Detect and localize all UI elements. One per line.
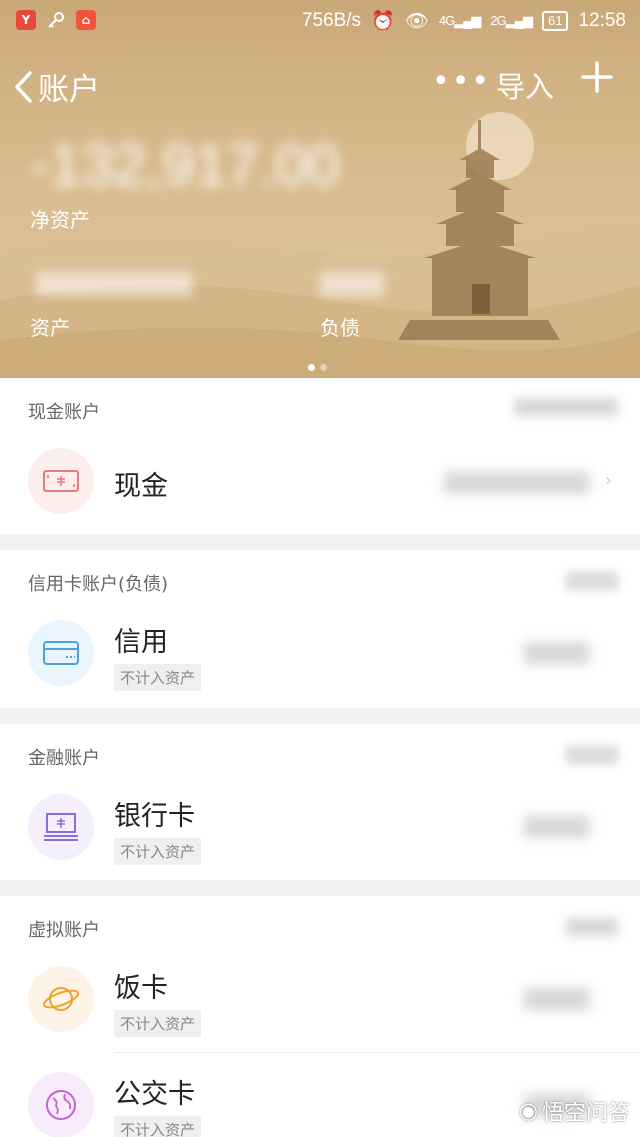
section-credit: 信用卡账户(负债) 信用 不计入资产 (0, 550, 640, 708)
debt-value (320, 272, 384, 296)
signal-2g: 2G▂▄▆ (490, 13, 533, 28)
globe-icon (28, 1072, 94, 1137)
section-virtual: 虚拟账户 饭卡 不计入资产 公交卡 不计入资产 ◉ 悟空问答 (0, 896, 640, 1137)
net-speed: 756B/s (301, 10, 362, 31)
section-total (566, 918, 618, 936)
account-balance (444, 472, 590, 494)
section-cash: 现金账户 现金 › (0, 378, 640, 534)
debt-label: 负债 (320, 316, 360, 340)
section-title: 金融账户 (28, 748, 100, 769)
cash-icon (28, 448, 94, 514)
back-button[interactable]: 账户 (12, 64, 100, 109)
exclude-tag: 不计入资产 (114, 1116, 202, 1137)
account-row-credit[interactable]: 信用 不计入资产 (0, 620, 640, 704)
section-financial: 金融账户 银行卡 不计入资产 (0, 724, 640, 880)
account-name: 现金 (114, 471, 168, 502)
section-title: 信用卡账户(负债) (28, 574, 169, 595)
assets-value (36, 272, 192, 296)
eye-icon: 👁 (404, 11, 429, 32)
account-name: 饭卡 (114, 973, 168, 1004)
account-row-bank-card[interactable]: 银行卡 不计入资产 (0, 794, 640, 878)
section-total (566, 746, 618, 764)
wukong-logo-icon: ◉ (518, 1098, 538, 1124)
account-name: 信用 (114, 627, 168, 658)
yandex-icon: Y (16, 10, 36, 30)
clock: 12:58 (578, 10, 626, 31)
page-title: 账户 (38, 72, 100, 108)
account-balance (524, 988, 590, 1010)
key-icon (48, 12, 64, 28)
page-dot (320, 364, 327, 371)
net-assets-label: 净资产 (30, 208, 90, 232)
top-bar: 账户 ••• 导入 (0, 56, 640, 112)
alarm-icon: ⏰ (371, 11, 395, 32)
exclude-tag: 不计入资产 (114, 1010, 202, 1037)
assets-label: 资产 (30, 316, 70, 340)
chevron-left-icon (15, 70, 32, 103)
add-account-button[interactable] (580, 60, 614, 94)
page-dot-active (308, 364, 315, 371)
account-row-cash[interactable]: 现金 › (0, 448, 640, 528)
account-balance (524, 642, 590, 664)
account-row-meal-card[interactable]: 饭卡 不计入资产 (0, 966, 640, 1050)
planet-icon (28, 966, 94, 1032)
net-assets-value: -132,917.00 (30, 133, 340, 198)
account-header: Y ⌂ 756B/s ⏰ 👁 4G▂▄▆ 2G▂▄▆ 61 12:58 账户 •… (0, 0, 640, 378)
account-name: 银行卡 (114, 801, 195, 832)
exclude-tag: 不计入资产 (114, 838, 202, 865)
section-total (514, 398, 618, 416)
battery-icon: 61 (541, 11, 569, 31)
import-button[interactable]: 导入 (496, 64, 554, 106)
section-title: 虚拟账户 (28, 920, 100, 941)
exclude-tag: 不计入资产 (114, 664, 202, 691)
page-indicator (308, 364, 327, 371)
account-balance (524, 816, 590, 838)
bank-card-icon (28, 794, 94, 860)
section-title: 现金账户 (28, 402, 100, 423)
watermark: ◉ 悟空问答 (518, 1098, 630, 1127)
chevron-right-icon: › (604, 470, 612, 491)
home-app-icon: ⌂ (76, 10, 96, 30)
status-bar: Y ⌂ 756B/s ⏰ 👁 4G▂▄▆ 2G▂▄▆ 61 12:58 (0, 0, 640, 44)
signal-4g: 4G▂▄▆ (438, 13, 482, 28)
row-divider (114, 1052, 640, 1053)
more-button[interactable]: ••• (432, 64, 491, 99)
credit-card-icon (28, 620, 94, 686)
account-name: 公交卡 (114, 1079, 195, 1110)
section-total (566, 572, 618, 590)
